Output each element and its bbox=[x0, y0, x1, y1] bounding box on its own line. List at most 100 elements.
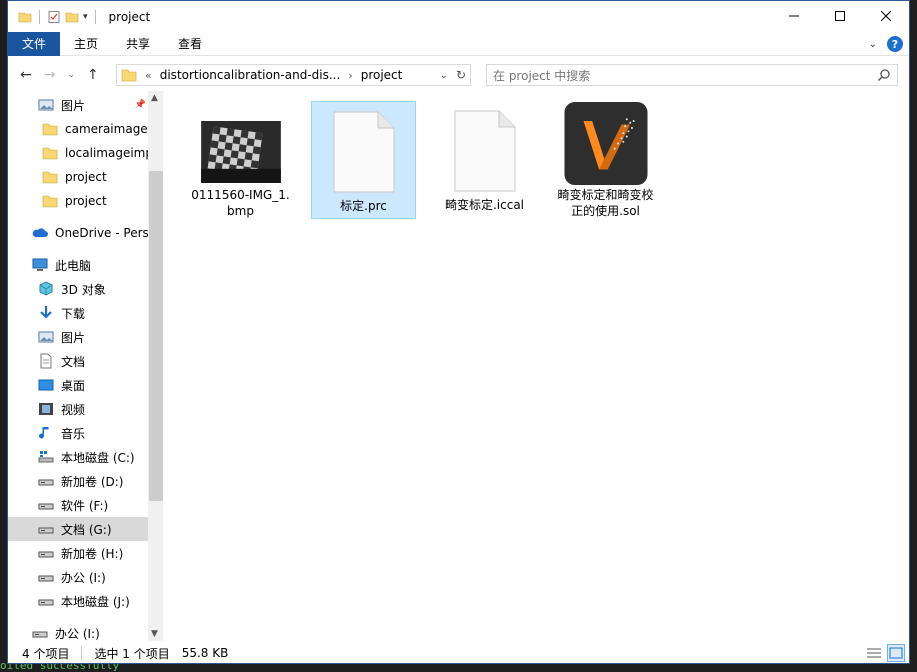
tab-view[interactable]: 查看 bbox=[164, 32, 216, 56]
scrollbar-thumb[interactable] bbox=[149, 171, 163, 501]
search-box[interactable]: 在 project 中搜索 bbox=[486, 64, 898, 86]
file-list: 0111560-IMG_1.bmp 标定.prc 畸变标定.iccal 畸变标定… bbox=[164, 91, 909, 641]
sidebar-item-label: 视频 bbox=[61, 402, 86, 417]
status-divider bbox=[81, 646, 83, 660]
sidebar-item-label: localimageimp bbox=[65, 146, 148, 160]
sidebar-item-label: 文档 bbox=[61, 354, 86, 369]
breadcrumb-root-chevron[interactable]: « bbox=[145, 69, 152, 82]
help-icon[interactable]: ? bbox=[887, 36, 903, 52]
file-name: 0111560-IMG_1.bmp bbox=[191, 188, 290, 218]
videos-icon bbox=[38, 401, 54, 417]
sidebar-item[interactable]: project bbox=[8, 189, 148, 213]
toolbar-divider bbox=[94, 9, 96, 24]
maximize-button[interactable] bbox=[817, 1, 863, 31]
sidebar-item[interactable]: 文档 (G:) bbox=[8, 517, 148, 541]
system-drive-icon bbox=[38, 449, 54, 465]
sidebar-item[interactable]: 下载 bbox=[8, 301, 148, 325]
bmp-thumbnail-icon bbox=[200, 121, 281, 183]
address-bar[interactable]: « distortioncalibration-and-dis... › pro… bbox=[116, 64, 471, 86]
sidebar-item[interactable]: 文档 bbox=[8, 349, 148, 373]
window-controls bbox=[771, 1, 909, 31]
refresh-icon[interactable]: ↻ bbox=[456, 68, 466, 82]
file-item[interactable]: 畸变标定和畸变校正的使用.sol bbox=[553, 101, 658, 219]
back-arrow-icon[interactable]: ← bbox=[20, 67, 32, 83]
sidebar-item[interactable]: 新加卷 (H:) bbox=[8, 541, 148, 565]
scroll-down-icon[interactable]: ▼ bbox=[151, 629, 158, 639]
large-icons-view-icon[interactable] bbox=[887, 644, 905, 662]
sidebar-item[interactable]: 软件 (F:) bbox=[8, 493, 148, 517]
sidebar-item[interactable]: cameraimagec bbox=[8, 117, 148, 141]
sidebar-item-label: 3D 对象 bbox=[61, 282, 106, 297]
sidebar-item-label: project bbox=[65, 194, 107, 208]
sidebar-item-label: 桌面 bbox=[61, 378, 86, 393]
search-icon[interactable] bbox=[877, 68, 891, 82]
details-view-icon[interactable] bbox=[865, 644, 883, 662]
sidebar-item-label: 本地磁盘 (J:) bbox=[61, 594, 130, 609]
sidebar-item[interactable]: 视频 bbox=[8, 397, 148, 421]
file-name: 畸变标定和畸变校正的使用.sol bbox=[557, 188, 654, 218]
ribbon-right-controls: ⌄ ? bbox=[869, 36, 903, 52]
breadcrumb-segment[interactable]: project bbox=[361, 68, 403, 82]
tab-home[interactable]: 主页 bbox=[60, 32, 112, 56]
sidebar-item-label: project bbox=[65, 170, 107, 184]
sidebar-item-label: 文档 (G:) bbox=[61, 522, 112, 537]
file-item-selected[interactable]: 标定.prc bbox=[311, 101, 416, 219]
file-item[interactable]: 畸变标定.iccal bbox=[432, 101, 537, 219]
sidebar-item[interactable]: 本地磁盘 (C:) bbox=[8, 445, 148, 469]
tab-share[interactable]: 共享 bbox=[112, 32, 164, 56]
navigation-bar: ← → ⌄ ↑ « distortioncalibration-and-dis.… bbox=[8, 59, 909, 91]
close-button[interactable] bbox=[863, 1, 909, 31]
properties-icon[interactable] bbox=[47, 10, 61, 24]
sidebar-item[interactable]: 本地磁盘 (J:) bbox=[8, 589, 148, 613]
drive-icon bbox=[38, 545, 54, 561]
sidebar-item[interactable]: 办公 (I:) bbox=[8, 565, 148, 589]
sidebar-item-label: 下载 bbox=[61, 306, 86, 321]
sidebar-item-label: 图片 bbox=[61, 98, 86, 113]
drive-icon bbox=[38, 593, 54, 609]
sidebar-item[interactable]: 3D 对象 bbox=[8, 277, 148, 301]
forward-arrow-icon[interactable]: → bbox=[44, 67, 56, 83]
search-placeholder: 在 project 中搜索 bbox=[493, 68, 591, 83]
drive-icon bbox=[38, 497, 54, 513]
address-dropdown-icon[interactable]: ⌄ bbox=[440, 70, 448, 81]
sidebar-item[interactable]: 图片 📌 bbox=[8, 93, 148, 117]
sidebar-item[interactable]: project bbox=[8, 165, 148, 189]
sidebar-item[interactable]: 图片 bbox=[8, 325, 148, 349]
sidebar-scrollbar[interactable]: ▲ ▼ bbox=[148, 91, 163, 641]
sidebar-item-label: 此电脑 bbox=[55, 258, 92, 273]
minimize-button[interactable] bbox=[771, 1, 817, 31]
sidebar-item-label: 软件 (F:) bbox=[61, 498, 109, 513]
sidebar-item-label: 办公 (I:) bbox=[61, 570, 106, 585]
generic-file-icon bbox=[333, 111, 394, 193]
sidebar-item[interactable]: 此电脑 bbox=[8, 253, 148, 277]
tab-file[interactable]: 文件 bbox=[8, 31, 61, 56]
view-switcher bbox=[865, 644, 905, 662]
new-folder-icon[interactable] bbox=[65, 10, 79, 24]
sidebar-item[interactable]: OneDrive - Perso bbox=[8, 221, 148, 245]
3d-objects-icon bbox=[38, 281, 54, 297]
file-item[interactable]: 0111560-IMG_1.bmp bbox=[188, 101, 293, 219]
window-title: project bbox=[108, 9, 151, 24]
pictures-icon bbox=[38, 97, 54, 113]
sidebar-item[interactable]: 音乐 bbox=[8, 421, 148, 445]
sidebar-item-label: 办公 (I:) bbox=[55, 626, 100, 641]
sidebar-item[interactable]: 桌面 bbox=[8, 373, 148, 397]
folder-icon bbox=[42, 193, 58, 209]
folder-icon bbox=[42, 169, 58, 185]
customize-dropdown-icon[interactable]: ▾ bbox=[83, 12, 88, 22]
breadcrumb-chevron-icon[interactable]: › bbox=[348, 69, 352, 82]
navigation-pane: 图片 📌 cameraimagec localimageimp project proje… bbox=[8, 91, 163, 641]
sidebar-item-label: 图片 bbox=[61, 330, 86, 345]
scroll-up-icon[interactable]: ▲ bbox=[151, 93, 158, 103]
selection-count: 选中 1 个项目 bbox=[94, 646, 170, 661]
pin-icon: 📌 bbox=[134, 100, 146, 110]
breadcrumb-segment[interactable]: distortioncalibration-and-dis... bbox=[160, 68, 341, 82]
up-arrow-icon[interactable]: ↑ bbox=[87, 67, 99, 83]
file-name: 标定.prc bbox=[340, 199, 387, 213]
sidebar-item[interactable]: 新加卷 (D:) bbox=[8, 469, 148, 493]
item-count: 4 个项目 bbox=[22, 646, 70, 661]
sidebar-item[interactable]: localimageimp bbox=[8, 141, 148, 165]
expand-ribbon-icon[interactable]: ⌄ bbox=[869, 39, 877, 50]
recent-locations-icon[interactable]: ⌄ bbox=[67, 70, 75, 80]
sidebar-item[interactable]: 办公 (I:) bbox=[8, 621, 148, 641]
